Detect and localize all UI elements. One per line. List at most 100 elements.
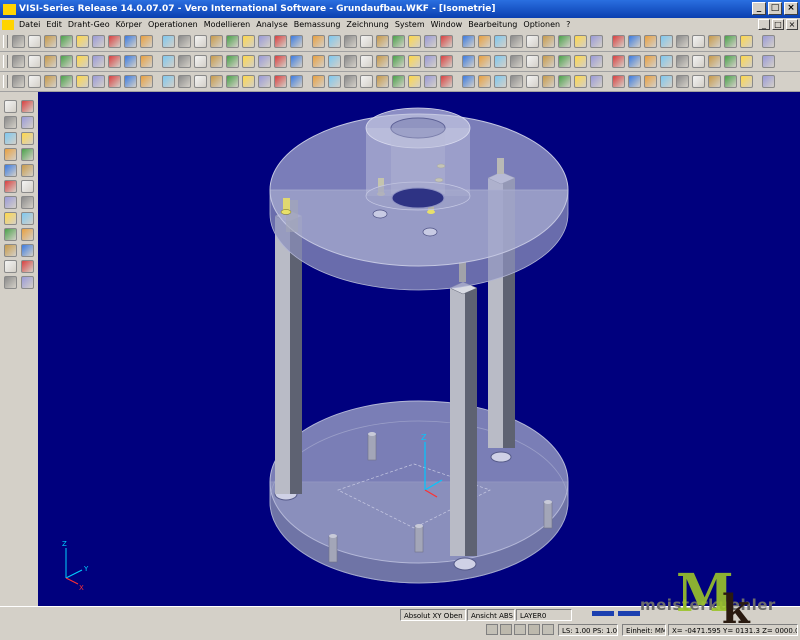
side-tool-icon[interactable] bbox=[4, 276, 17, 289]
toolbar-tool-icon[interactable] bbox=[274, 55, 287, 68]
menu-bearbeitung[interactable]: Bearbeitung bbox=[468, 18, 517, 31]
toolbar-tool-icon[interactable] bbox=[574, 75, 587, 88]
side-tool-icon[interactable] bbox=[21, 164, 34, 177]
doc-restore-button[interactable]: □ bbox=[772, 19, 784, 30]
toolbar-tool-icon[interactable] bbox=[44, 35, 57, 48]
side-tool-icon[interactable] bbox=[4, 132, 17, 145]
side-tool-icon[interactable] bbox=[4, 260, 17, 273]
side-tool-icon[interactable] bbox=[4, 116, 17, 129]
status-icon-2[interactable] bbox=[500, 624, 512, 635]
toolbar-tool-icon[interactable] bbox=[462, 55, 475, 68]
toolbar-tool-icon[interactable] bbox=[92, 35, 105, 48]
toolbar-tool-icon[interactable] bbox=[178, 75, 191, 88]
toolbar-tool-icon[interactable] bbox=[462, 75, 475, 88]
toolbar-tool-icon[interactable] bbox=[762, 35, 775, 48]
side-tool-icon[interactable] bbox=[21, 148, 34, 161]
toolbar-tool-icon[interactable] bbox=[724, 75, 737, 88]
toolbar-tool-icon[interactable] bbox=[226, 55, 239, 68]
toolbar-tool-icon[interactable] bbox=[328, 35, 341, 48]
toolbar-tool-icon[interactable] bbox=[162, 35, 175, 48]
toolbar-tool-icon[interactable] bbox=[328, 55, 341, 68]
toolbar-tool-icon[interactable] bbox=[360, 55, 373, 68]
side-tool-icon[interactable] bbox=[4, 212, 17, 225]
toolbar-tool-icon[interactable] bbox=[44, 55, 57, 68]
side-tool-icon[interactable] bbox=[21, 196, 34, 209]
toolbar-tool-icon[interactable] bbox=[724, 55, 737, 68]
side-tool-icon[interactable] bbox=[21, 228, 34, 241]
toolbar-tool-icon[interactable] bbox=[210, 35, 223, 48]
toolbar-tool-icon[interactable] bbox=[344, 75, 357, 88]
toolbar-tool-icon[interactable] bbox=[344, 35, 357, 48]
menu-draht-geo[interactable]: Draht-Geo bbox=[68, 18, 110, 31]
toolbar-tool-icon[interactable] bbox=[226, 75, 239, 88]
toolbar-tool-icon[interactable] bbox=[424, 55, 437, 68]
side-tool-icon[interactable] bbox=[4, 164, 17, 177]
side-tool-icon[interactable] bbox=[21, 100, 34, 113]
status-icon-5[interactable] bbox=[542, 624, 554, 635]
toolbar-tool-icon[interactable] bbox=[290, 55, 303, 68]
toolbar-tool-icon[interactable] bbox=[612, 75, 625, 88]
3d-viewport[interactable]: Z Z Y X bbox=[38, 92, 800, 606]
toolbar-tool-icon[interactable] bbox=[376, 75, 389, 88]
toolbar-tool-icon[interactable] bbox=[76, 35, 89, 48]
toolbar-tool-icon[interactable] bbox=[312, 35, 325, 48]
toolbar-tool-icon[interactable] bbox=[526, 55, 539, 68]
side-tool-icon[interactable] bbox=[4, 180, 17, 193]
toolbar-tool-icon[interactable] bbox=[660, 55, 673, 68]
toolbar-tool-icon[interactable] bbox=[12, 75, 25, 88]
toolbar-tool-icon[interactable] bbox=[376, 35, 389, 48]
toolbar-tool-icon[interactable] bbox=[558, 75, 571, 88]
toolbar-tool-icon[interactable] bbox=[124, 75, 137, 88]
toolbar-tool-icon[interactable] bbox=[76, 75, 89, 88]
toolbar-tool-icon[interactable] bbox=[644, 35, 657, 48]
side-tool-icon[interactable] bbox=[21, 180, 34, 193]
toolbar-tool-icon[interactable] bbox=[108, 75, 121, 88]
toolbar-tool-icon[interactable] bbox=[140, 55, 153, 68]
side-tool-icon[interactable] bbox=[21, 116, 34, 129]
toolbar-tool-icon[interactable] bbox=[124, 55, 137, 68]
toolbar-tool-icon[interactable] bbox=[708, 75, 721, 88]
toolbar-tool-icon[interactable] bbox=[60, 35, 73, 48]
toolbar-tool-icon[interactable] bbox=[194, 35, 207, 48]
toolbar-tool-icon[interactable] bbox=[258, 35, 271, 48]
menu-edit[interactable]: Edit bbox=[46, 18, 62, 31]
toolbar-tool-icon[interactable] bbox=[328, 75, 341, 88]
toolbar-tool-icon[interactable] bbox=[76, 55, 89, 68]
toolbar-tool-icon[interactable] bbox=[424, 75, 437, 88]
side-tool-icon[interactable] bbox=[4, 100, 17, 113]
toolbar-tool-icon[interactable] bbox=[290, 35, 303, 48]
toolbar-tool-icon[interactable] bbox=[28, 55, 41, 68]
toolbar-tool-icon[interactable] bbox=[478, 75, 491, 88]
toolbar-tool-icon[interactable] bbox=[740, 75, 753, 88]
toolbar-tool-icon[interactable] bbox=[392, 75, 405, 88]
toolbar-tool-icon[interactable] bbox=[360, 75, 373, 88]
toolbar-tool-icon[interactable] bbox=[408, 55, 421, 68]
toolbar-tool-icon[interactable] bbox=[526, 75, 539, 88]
toolbar-tool-icon[interactable] bbox=[162, 75, 175, 88]
toolbar-tool-icon[interactable] bbox=[676, 75, 689, 88]
toolbar-tool-icon[interactable] bbox=[392, 55, 405, 68]
status-icon-4[interactable] bbox=[528, 624, 540, 635]
toolbar-tool-icon[interactable] bbox=[226, 35, 239, 48]
side-tool-icon[interactable] bbox=[4, 148, 17, 161]
menu-koerper[interactable]: Körper bbox=[116, 18, 142, 31]
toolbar-tool-icon[interactable] bbox=[258, 55, 271, 68]
menu-optionen[interactable]: Optionen bbox=[523, 18, 560, 31]
toolbar-tool-icon[interactable] bbox=[494, 35, 507, 48]
toolbar-tool-icon[interactable] bbox=[178, 55, 191, 68]
side-tool-icon[interactable] bbox=[21, 276, 34, 289]
toolbar-tool-icon[interactable] bbox=[108, 35, 121, 48]
toolbar-tool-icon[interactable] bbox=[210, 55, 223, 68]
toolbar-tool-icon[interactable] bbox=[692, 35, 705, 48]
toolbar-tool-icon[interactable] bbox=[440, 55, 453, 68]
toolbar-tool-icon[interactable] bbox=[12, 55, 25, 68]
status-icon-1[interactable] bbox=[486, 624, 498, 635]
toolbar-tool-icon[interactable] bbox=[724, 35, 737, 48]
toolbar-tool-icon[interactable] bbox=[210, 75, 223, 88]
toolbar-tool-icon[interactable] bbox=[612, 35, 625, 48]
toolbar-tool-icon[interactable] bbox=[258, 75, 271, 88]
menu-help[interactable]: ? bbox=[566, 18, 570, 31]
toolbar-tool-icon[interactable] bbox=[628, 55, 641, 68]
side-tool-icon[interactable] bbox=[21, 244, 34, 257]
toolbar-tool-icon[interactable] bbox=[162, 55, 175, 68]
